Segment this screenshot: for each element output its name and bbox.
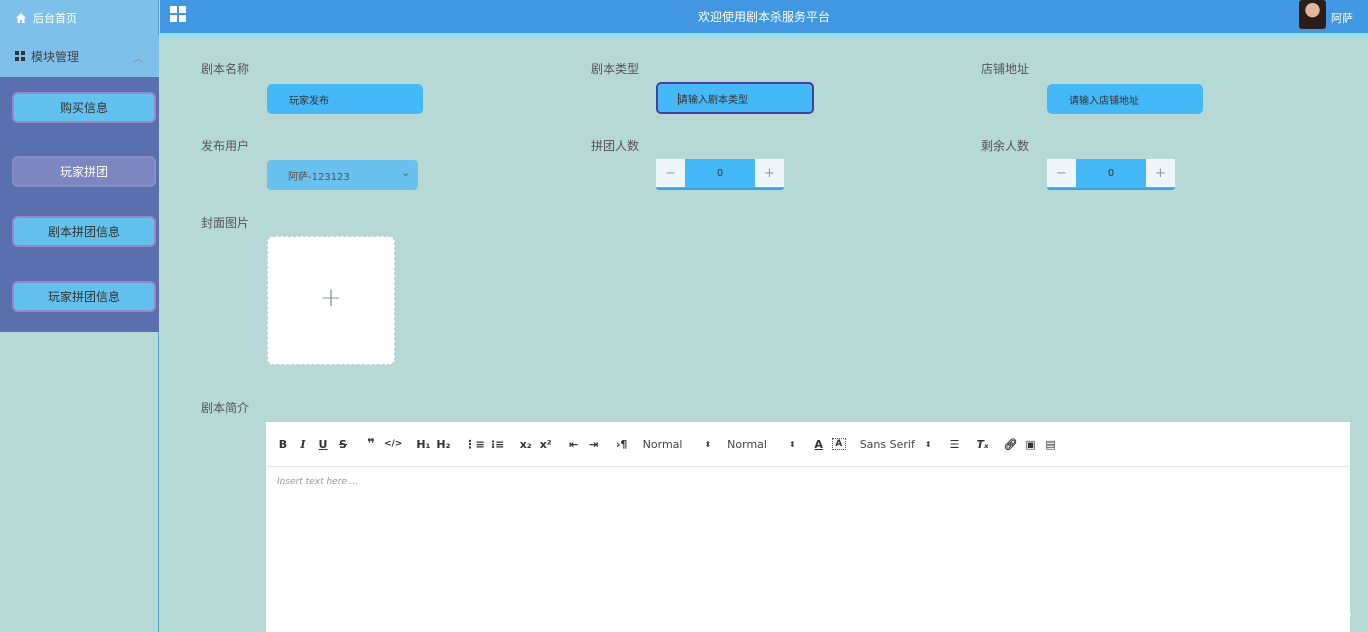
editor-placeholder[interactable]: Insert text here ... (277, 477, 358, 487)
publisher-value: 阿萨-123123 (288, 171, 350, 183)
image-icon[interactable]: ▣ (1024, 435, 1038, 453)
size-picker-label: Normal (727, 437, 767, 451)
script-name-input[interactable]: 玩家发布 (267, 84, 423, 114)
font-picker-label: Sans Serif (859, 437, 915, 451)
cover-image-label: 封面图片 (201, 216, 250, 230)
sidebar-item-label: 玩家拼团信息 (47, 290, 120, 304)
sidebar-group-label: 模块管理 (31, 49, 80, 64)
sidebar-item-player-group[interactable]: 玩家拼团 (12, 156, 156, 187)
link-icon[interactable]: 🔗︎ (1004, 435, 1018, 453)
header-1-icon[interactable]: H₁ (416, 435, 430, 453)
text-color-icon[interactable]: A (812, 435, 826, 453)
picker-arrow-icon: ⬍ (788, 439, 796, 449)
sidebar-item-label: 剧本拼团信息 (47, 225, 120, 239)
watermark: CSDN @Q_6310855 (1223, 607, 1352, 622)
increment-button[interactable]: + (1146, 159, 1175, 187)
top-header: 欢迎使用剧本杀服务平台 阿萨 (160, 0, 1368, 33)
description-label: 剧本简介 (201, 401, 250, 415)
underline-icon[interactable]: U (316, 435, 330, 453)
header-title: 欢迎使用剧本杀服务平台 (697, 10, 830, 24)
header-picker-label: Normal (642, 437, 683, 451)
editor-toolbar: B I U S ❞ </> H₁ H₂ ⋮≡ ⁝≡ x₂ x² ⇤ ⇥ ›¶ N… (266, 422, 1350, 467)
grid-icon (15, 51, 25, 61)
header-2-icon[interactable]: H₂ (436, 435, 450, 453)
decrement-button[interactable]: − (656, 159, 685, 187)
sidebar-item-label: 购买信息 (59, 101, 108, 115)
bullet-list-icon[interactable]: ⁝≡ (491, 435, 505, 453)
chevron-down-icon: ⌄ (401, 168, 410, 179)
cover-image-uploader[interactable]: + (267, 236, 395, 365)
subscript-icon[interactable]: x₂ (519, 435, 533, 453)
shop-address-input[interactable]: 请输入店铺地址 (1047, 84, 1203, 114)
group-count-label: 拼团人数 (591, 139, 640, 153)
plus-icon: + (320, 283, 342, 313)
sidebar: 后台首页 模块管理 ︿ 购买信息 玩家拼团 剧本拼团信息 玩家拼团信息 (0, 0, 159, 632)
strike-icon[interactable]: S (336, 435, 350, 453)
video-icon[interactable]: ▤ (1044, 435, 1058, 453)
home-icon (16, 12, 26, 23)
blockquote-icon[interactable]: ❞ (364, 435, 378, 453)
align-icon[interactable]: ☰ (948, 435, 962, 453)
ordered-list-icon[interactable]: ⋮≡ (464, 435, 484, 453)
rich-text-editor: B I U S ❞ </> H₁ H₂ ⋮≡ ⁝≡ x₂ x² ⇤ ⇥ ›¶ N… (266, 422, 1350, 632)
sidebar-item-script-group-info[interactable]: 剧本拼团信息 (12, 216, 156, 247)
group-count-value[interactable]: 0 (685, 159, 755, 187)
superscript-icon[interactable]: x² (539, 435, 553, 453)
font-picker[interactable]: Sans Serif ⬍ (860, 438, 932, 451)
italic-icon[interactable]: I (296, 435, 310, 453)
script-type-placeholder: 请输入剧本类型 (678, 94, 748, 106)
picker-arrow-icon: ⬍ (924, 439, 932, 449)
sidebar-item-player-group-info[interactable]: 玩家拼团信息 (12, 281, 156, 312)
shop-address-label: 店铺地址 (981, 62, 1030, 76)
remaining-count-stepper[interactable]: − 0 + (1047, 159, 1175, 190)
chevron-up-icon: ︿ (133, 54, 143, 65)
remaining-count-value[interactable]: 0 (1076, 159, 1146, 187)
publisher-select[interactable]: 阿萨-123123 ⌄ (267, 160, 418, 190)
picker-arrow-icon: ⬍ (704, 439, 712, 449)
size-picker[interactable]: Normal ⬍ (727, 438, 796, 451)
outdent-icon[interactable]: ⇤ (567, 435, 581, 453)
code-block-icon[interactable]: </> (384, 435, 402, 453)
remaining-count-label: 剩余人数 (981, 139, 1030, 153)
decrement-button[interactable]: − (1047, 159, 1076, 187)
script-name-value: 玩家发布 (289, 95, 329, 107)
clear-format-icon[interactable]: Tₓ (976, 435, 990, 453)
bold-icon[interactable]: B (276, 435, 290, 453)
background-color-icon[interactable]: A (831, 438, 846, 450)
sidebar-item-label: 玩家拼团 (59, 165, 108, 179)
increment-button[interactable]: + (755, 159, 784, 187)
sidebar-group-module-management[interactable]: 模块管理 ︿ (0, 35, 159, 77)
publisher-label: 发布用户 (201, 139, 250, 153)
header-divider (160, 33, 1368, 37)
header-picker[interactable]: Normal ⬍ (643, 438, 712, 451)
form-area: 剧本名称 玩家发布 剧本类型 请输入剧本类型 店铺地址 请输入店铺地址 发布用户… (166, 38, 1368, 632)
indent-icon[interactable]: ⇥ (587, 435, 601, 453)
sidebar-home-link[interactable]: 后台首页 (0, 0, 158, 35)
text-cursor (678, 93, 679, 105)
sidebar-home-label: 后台首页 (33, 11, 77, 25)
shop-address-placeholder: 请输入店铺地址 (1069, 95, 1139, 107)
script-type-input[interactable]: 请输入剧本类型 (656, 82, 814, 114)
header-username[interactable]: 阿萨 (1331, 10, 1353, 26)
group-count-stepper[interactable]: − 0 + (656, 159, 784, 190)
sidebar-item-purchase-info[interactable]: 购买信息 (12, 92, 156, 123)
script-name-label: 剧本名称 (201, 62, 250, 76)
text-direction-icon[interactable]: ›¶ (615, 435, 629, 453)
script-type-label: 剧本类型 (591, 62, 640, 76)
avatar[interactable] (1299, 0, 1326, 29)
sidebar-menu: 模块管理 ︿ 购买信息 玩家拼团 剧本拼团信息 玩家拼团信息 (0, 35, 159, 332)
